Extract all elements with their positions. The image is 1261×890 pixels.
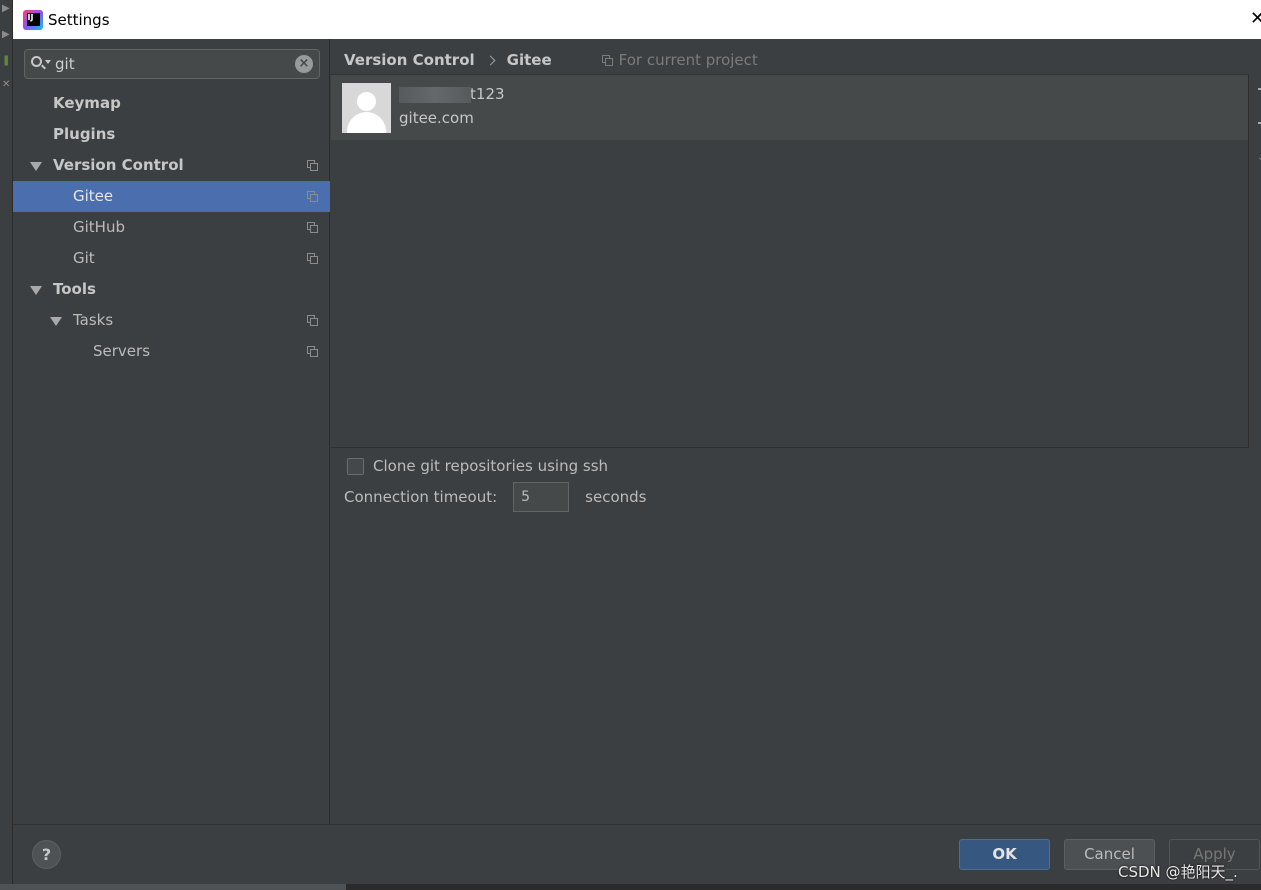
ok-button[interactable]: OK bbox=[959, 839, 1050, 870]
breadcrumb: Version Control Gitee For current projec… bbox=[344, 50, 758, 70]
tree-item-label: Git bbox=[73, 249, 95, 267]
project-scope-icon bbox=[307, 315, 318, 326]
timeout-option: Connection timeout: seconds bbox=[344, 482, 646, 512]
tree-item-label: GitHub bbox=[73, 218, 125, 236]
account-server: gitee.com bbox=[399, 109, 474, 127]
close-window-button[interactable]: ✕ bbox=[1250, 10, 1261, 28]
tree-item-label: Version Control bbox=[53, 156, 184, 174]
project-scope-icon bbox=[307, 160, 318, 171]
settings-search[interactable]: × bbox=[24, 49, 320, 79]
tree-item-git[interactable]: Git bbox=[13, 243, 330, 274]
tree-item-github[interactable]: GitHub bbox=[13, 212, 330, 243]
tree-item-tasks[interactable]: Tasks bbox=[13, 305, 330, 336]
tree-item-keymap[interactable]: Keymap bbox=[13, 88, 330, 119]
intellij-app-icon: IJ bbox=[23, 9, 43, 30]
tree-item-label: Keymap bbox=[53, 94, 121, 112]
timeout-label: Connection timeout: bbox=[344, 488, 498, 506]
tree-item-label: Tasks bbox=[73, 311, 114, 329]
project-scope-icon bbox=[307, 222, 318, 233]
ide-run-icon: ▶ bbox=[2, 3, 10, 14]
redacted-name-mask bbox=[399, 87, 471, 103]
timeout-input[interactable] bbox=[513, 482, 570, 512]
tree-item-gitee[interactable]: Gitee bbox=[13, 181, 330, 212]
search-input[interactable] bbox=[55, 55, 285, 73]
project-scope-icon bbox=[307, 346, 318, 357]
settings-dialog: IJ Settings ✕ × Keymap Plugins Version C… bbox=[12, 0, 1261, 884]
expand-arrow-icon[interactable] bbox=[30, 286, 42, 295]
background-ide-strip: ▶ ▶ ❚ ✕ bbox=[0, 0, 12, 890]
accounts-toolbar: ⌄ bbox=[1248, 74, 1261, 448]
window-title: Settings bbox=[48, 10, 110, 29]
tree-item-label: Plugins bbox=[53, 125, 116, 143]
account-row[interactable]: xxxxxxxxt123 gitee.com bbox=[331, 75, 1248, 140]
project-scope-icon bbox=[307, 253, 318, 264]
breadcrumb-current: Gitee bbox=[506, 51, 552, 69]
scope-label: For current project bbox=[618, 51, 758, 69]
accounts-list: xxxxxxxxt123 gitee.com bbox=[331, 74, 1248, 448]
clone-ssh-label: Clone git repositories using ssh bbox=[373, 457, 609, 475]
title-bar: IJ Settings ✕ bbox=[13, 0, 1261, 39]
tree-item-label: Gitee bbox=[73, 187, 114, 205]
timeout-unit: seconds bbox=[585, 488, 647, 506]
tree-item-version-control[interactable]: Version Control bbox=[13, 150, 330, 181]
breadcrumb-parent[interactable]: Version Control bbox=[344, 51, 475, 69]
expand-arrow-icon[interactable] bbox=[30, 162, 42, 171]
tree-item-label: Servers bbox=[93, 342, 151, 360]
settings-sidebar: × Keymap Plugins Version Control Gitee G… bbox=[13, 39, 330, 824]
settings-tree: Keymap Plugins Version Control Gitee Git… bbox=[13, 88, 330, 367]
clone-ssh-checkbox[interactable] bbox=[347, 457, 364, 475]
chevron-right-icon bbox=[485, 55, 496, 65]
tree-item-label: Tools bbox=[53, 280, 96, 298]
scope-indicator: For current project bbox=[601, 51, 758, 69]
ide-tool-icon: ✕ bbox=[2, 79, 11, 90]
settings-content: Version Control Gitee For current projec… bbox=[331, 39, 1261, 824]
help-button[interactable]: ? bbox=[32, 840, 61, 869]
dialog-footer: ? OK Cancel Apply bbox=[13, 824, 1261, 884]
background-ide-bottom bbox=[0, 884, 1261, 890]
ide-run-icon: ▶ bbox=[2, 29, 10, 40]
tree-item-servers[interactable]: Servers bbox=[13, 336, 330, 367]
clone-ssh-option[interactable]: Clone git repositories using ssh bbox=[347, 457, 608, 475]
tree-item-tools[interactable]: Tools bbox=[13, 274, 330, 305]
search-icon[interactable] bbox=[31, 55, 53, 73]
tree-item-plugins[interactable]: Plugins bbox=[13, 119, 330, 150]
avatar bbox=[342, 83, 391, 133]
clear-search-icon[interactable]: × bbox=[295, 55, 313, 73]
project-scope-icon bbox=[307, 191, 318, 202]
more-icon[interactable]: ⌄ bbox=[1257, 152, 1261, 163]
project-scope-icon bbox=[601, 54, 613, 66]
expand-arrow-icon[interactable] bbox=[50, 317, 62, 326]
ide-structure-icon: ❚ bbox=[2, 55, 11, 66]
watermark: CSDN @艳阳天_. bbox=[1118, 863, 1238, 881]
